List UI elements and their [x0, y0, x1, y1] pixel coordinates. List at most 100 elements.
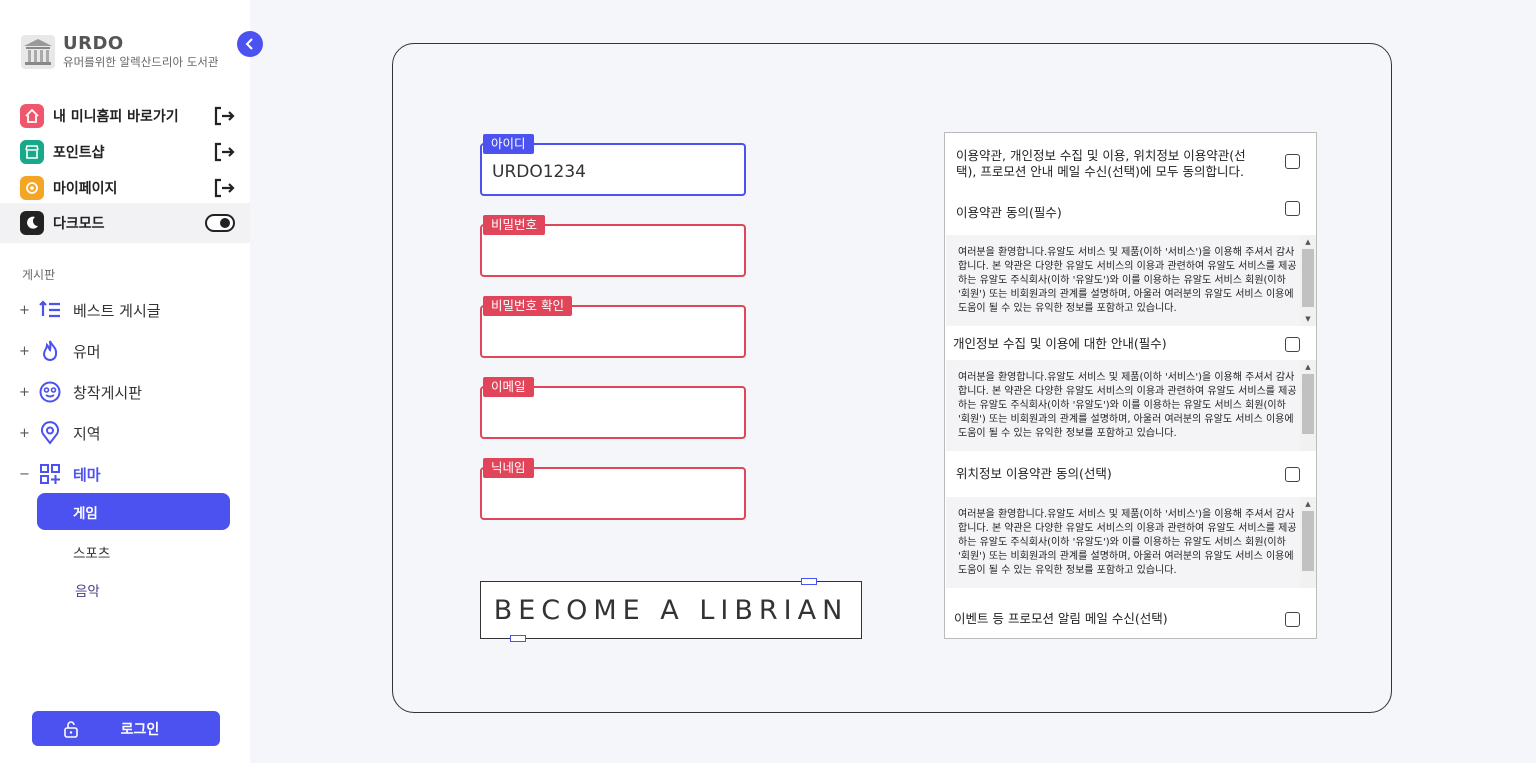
scrollbar[interactable]: ▲ ▼ [1300, 235, 1316, 326]
nickname-input[interactable] [482, 481, 744, 511]
brand-subtitle: 유머를위한 알렉산드리아 도서관 [63, 55, 219, 69]
sub-nav-game[interactable]: 게임 [37, 493, 230, 530]
terms-panel: 이용약관, 개인정보 수집 및 이용, 위치정보 이용약관(선택), 프로모션 … [944, 132, 1317, 639]
password-confirm-label: 비밀번호 확인 [483, 296, 572, 316]
event-checkbox[interactable] [1285, 612, 1300, 627]
location-text: 위치정보 이용약관 동의(선택) [956, 466, 1112, 481]
quick-link-pointshop[interactable]: 포인트샵 [0, 134, 250, 170]
password-confirm-input[interactable] [482, 319, 744, 349]
login-label: 로그인 [120, 721, 160, 738]
resize-handle[interactable] [801, 578, 817, 585]
privacy-row: 개인정보 수집 및 이용에 대한 안내(필수) [945, 336, 1315, 356]
login-button[interactable]: 로그인 [32, 711, 220, 746]
nav-best-posts[interactable]: + 베스트 게시글 [0, 295, 250, 325]
tos-checkbox[interactable] [1285, 201, 1300, 216]
dark-mode-row[interactable]: 다크모드 [0, 203, 250, 243]
nav-label: 창작게시판 [73, 383, 143, 402]
privacy-text: 개인정보 수집 및 이용에 대한 안내(필수) [953, 336, 1167, 351]
fire-icon [42, 340, 58, 361]
nav-creative[interactable]: + 창작게시판 [0, 377, 250, 407]
id-label: 아이디 [483, 134, 534, 154]
sidebar-collapse-button[interactable] [237, 31, 263, 57]
library-building-icon [21, 35, 55, 69]
agree-all-checkbox[interactable] [1285, 154, 1300, 169]
collapse-icon: − [19, 466, 30, 482]
dark-mode-label: 다크모드 [53, 216, 105, 232]
nav-theme[interactable]: − 테마 [0, 459, 250, 489]
nav-label: 테마 [73, 465, 101, 484]
scrollbar[interactable]: ▲ [1300, 360, 1316, 451]
logout-arrow-icon [214, 178, 235, 198]
tos-text: 이용약관 동의(필수) [956, 205, 1062, 220]
scrollbar[interactable]: ▲ [1300, 497, 1316, 588]
list-icon [39, 300, 60, 318]
sub-nav-music[interactable]: 음악 [37, 571, 230, 608]
sub-nav-sports[interactable]: 스포츠 [37, 533, 230, 570]
become-librarian-button[interactable]: BECOME A LIBRIAN [480, 581, 862, 639]
email-input[interactable] [482, 400, 744, 430]
scroll-thumb[interactable] [1302, 249, 1314, 307]
sub-nav-label: 음악 [75, 583, 100, 600]
dark-mode-toggle[interactable] [205, 214, 235, 232]
location-checkbox[interactable] [1285, 467, 1300, 482]
scroll-thumb[interactable] [1302, 374, 1314, 434]
sub-nav-label: 게임 [73, 505, 98, 522]
nav-label: 유머 [73, 342, 101, 361]
expand-icon: + [19, 384, 30, 400]
tos-row: 이용약관 동의(필수) [945, 201, 1315, 225]
location-icon [41, 421, 59, 445]
tos-content-text: 여러분을 환영합니다.유알도 서비스 및 제품(이하 '서비스')을 이용해 주… [958, 247, 1297, 314]
resize-handle[interactable] [510, 635, 526, 642]
nickname-label: 닉네임 [483, 458, 534, 478]
nav-humor[interactable]: + 유머 [0, 336, 250, 366]
logout-arrow-icon [214, 142, 235, 162]
become-librarian-label: BECOME A LIBRIAN [493, 594, 849, 626]
expand-icon: + [19, 343, 30, 359]
scroll-up-arrow-icon[interactable]: ▲ [1303, 237, 1313, 247]
brand-title: URDO [63, 33, 124, 54]
agree-all-row: 이용약관, 개인정보 수집 및 이용, 위치정보 이용약관(선택), 프로모션 … [945, 148, 1315, 192]
id-input[interactable] [482, 157, 744, 187]
privacy-content-box[interactable]: 여러분을 환영합니다.유알도 서비스 및 제품(이하 '서비스')을 이용해 주… [946, 360, 1316, 451]
quick-link-minihompy[interactable]: 내 미니홈피 바로가기 [0, 98, 250, 134]
tos-content-box[interactable]: 여러분을 환영합니다.유알도 서비스 및 제품(이하 '서비스')을 이용해 주… [946, 235, 1316, 326]
quick-link-label: 내 미니홈피 바로가기 [53, 109, 179, 125]
sidebar: URDO 유머를위한 알렉산드리아 도서관 내 미니홈피 바로가기 포인트샵 마… [0, 0, 250, 763]
password-input[interactable] [482, 238, 744, 268]
logout-arrow-icon [214, 106, 235, 126]
scroll-up-arrow-icon[interactable]: ▲ [1303, 499, 1313, 509]
board-section-title: 게시판 [22, 268, 56, 282]
id-field[interactable]: 아이디 [480, 134, 746, 196]
quick-link-label: 포인트샵 [53, 145, 105, 161]
event-text: 이벤트 등 프로모션 알림 메일 수신(선택) [954, 611, 1168, 626]
shop-icon [20, 140, 44, 164]
privacy-content-text: 여러분을 환영합니다.유알도 서비스 및 제품(이하 '서비스')을 이용해 주… [958, 372, 1297, 439]
logo[interactable]: URDO 유머를위한 알렉산드리아 도서관 [20, 34, 218, 70]
scroll-thumb[interactable] [1302, 511, 1314, 571]
privacy-checkbox[interactable] [1285, 337, 1300, 352]
email-label: 이메일 [483, 377, 534, 397]
grid-add-icon [40, 464, 60, 484]
nickname-field[interactable]: 닉네임 [480, 458, 746, 520]
email-field[interactable]: 이메일 [480, 377, 746, 439]
smile-icon [39, 381, 61, 403]
sub-nav-label: 스포츠 [73, 545, 111, 562]
password-label: 비밀번호 [483, 215, 546, 235]
location-content-box[interactable]: 여러분을 환영합니다.유알도 서비스 및 제품(이하 '서비스')을 이용해 주… [946, 497, 1316, 588]
expand-icon: + [19, 425, 30, 441]
chevron-left-icon [245, 38, 253, 50]
nav-region[interactable]: + 지역 [0, 418, 250, 448]
nav-label: 지역 [73, 424, 101, 443]
password-field[interactable]: 비밀번호 [480, 215, 746, 277]
expand-icon: + [19, 302, 30, 318]
quick-link-label: 마이페이지 [53, 181, 118, 197]
gear-icon [20, 176, 44, 200]
moon-icon [20, 211, 44, 235]
scroll-down-arrow-icon[interactable]: ▼ [1303, 314, 1313, 324]
password-confirm-field[interactable]: 비밀번호 확인 [480, 296, 746, 358]
unlock-icon [64, 721, 78, 738]
event-row: 이벤트 등 프로모션 알림 메일 수신(선택) [945, 611, 1315, 631]
home-icon [20, 104, 44, 128]
quick-link-mypage[interactable]: 마이페이지 [0, 170, 250, 206]
scroll-up-arrow-icon[interactable]: ▲ [1303, 362, 1313, 372]
